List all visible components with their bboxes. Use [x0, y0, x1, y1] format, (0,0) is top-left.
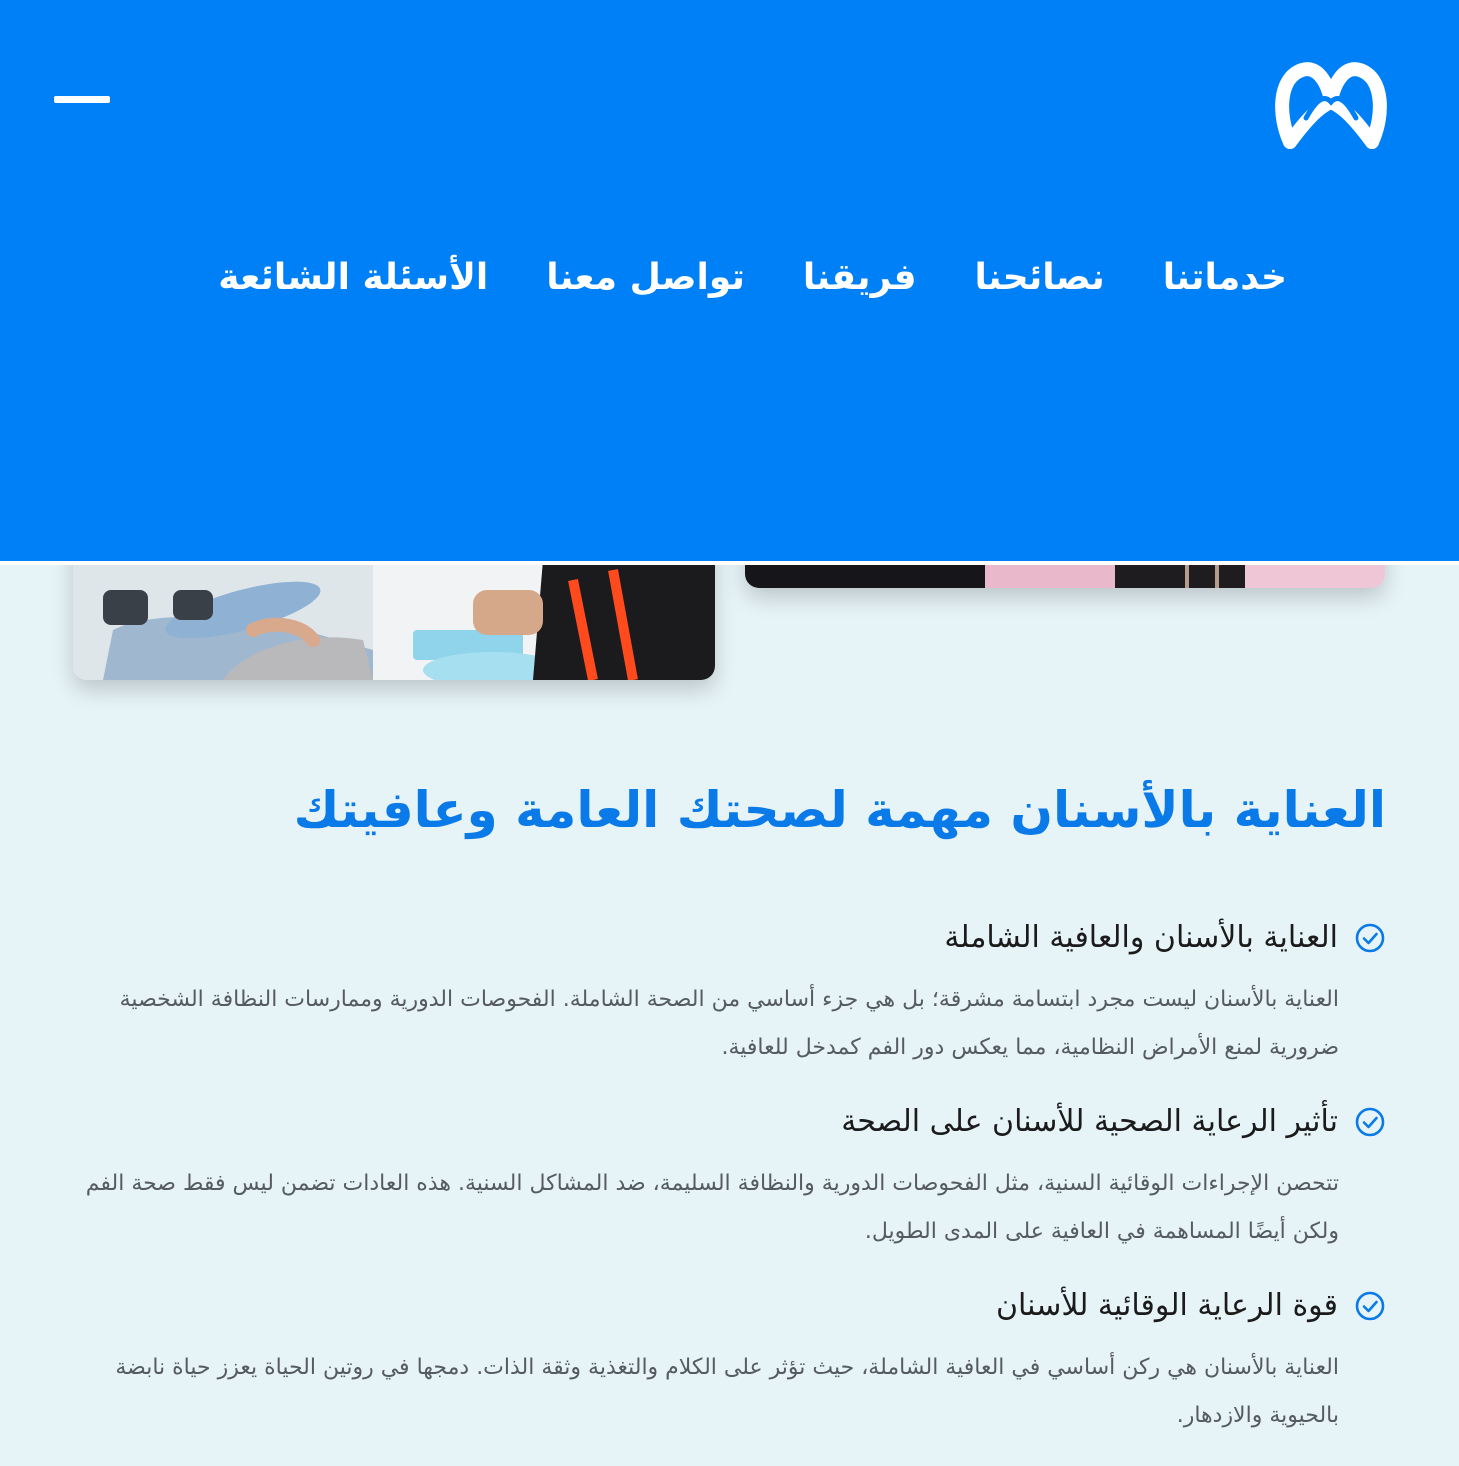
nav-item-contact[interactable]: تواصل معنا — [546, 248, 745, 308]
feature-description: العناية بالأسنان ليست مجرد ابتسامة مشرقة… — [119, 987, 1339, 1060]
hamburger-menu-icon[interactable] — [54, 96, 110, 104]
main-content: العناية بالأسنان مهمة لصحتك العامة وعافي… — [74, 760, 1386, 1466]
feature-header: قوة الرعاية الوقائية للأسنان — [74, 1282, 1386, 1330]
feature-item: قوة الرعاية الوقائية للأسنان العناية بال… — [74, 1282, 1386, 1440]
main-navigation: خدماتنا نصائحنا فريقنا تواصل معنا الأسئل… — [160, 248, 1287, 308]
site-header: خدماتنا نصائحنا فريقنا تواصل معنا الأسئل… — [0, 0, 1459, 565]
check-circle-icon — [1355, 1291, 1385, 1321]
feature-title: العناية بالأسنان والعافية الشاملة — [944, 920, 1338, 955]
nav-item-services[interactable]: خدماتنا — [1163, 248, 1287, 308]
feature-header: العناية بالأسنان والعافية الشاملة — [74, 914, 1386, 962]
feature-description: العناية بالأسنان هي ركن أساسي في العافية… — [115, 1355, 1339, 1428]
nav-item-team[interactable]: فريقنا — [803, 248, 917, 308]
nav-item-faq[interactable]: الأسئلة الشائعة — [218, 248, 488, 308]
nav-item-tips[interactable]: نصائحنا — [975, 248, 1105, 308]
menu-bar — [54, 96, 110, 103]
check-circle-icon — [1355, 923, 1385, 953]
page-heading: العناية بالأسنان مهمة لصحتك العامة وعافي… — [293, 781, 1386, 839]
feature-header: تأثير الرعاية الصحية للأسنان على الصحة — [74, 1098, 1386, 1146]
feature-title: قوة الرعاية الوقائية للأسنان — [995, 1288, 1338, 1323]
brand-logo-icon[interactable] — [1272, 56, 1390, 152]
feature-item: العناية بالأسنان والعافية الشاملة العناي… — [74, 914, 1386, 1072]
check-circle-icon — [1355, 1107, 1385, 1137]
feature-item: تأثير الرعاية الصحية للأسنان على الصحة ت… — [74, 1098, 1386, 1256]
feature-description: تتحصن الإجراءات الوقائية السنية، مثل الف… — [85, 1171, 1339, 1244]
feature-title: تأثير الرعاية الصحية للأسنان على الصحة — [841, 1104, 1338, 1139]
